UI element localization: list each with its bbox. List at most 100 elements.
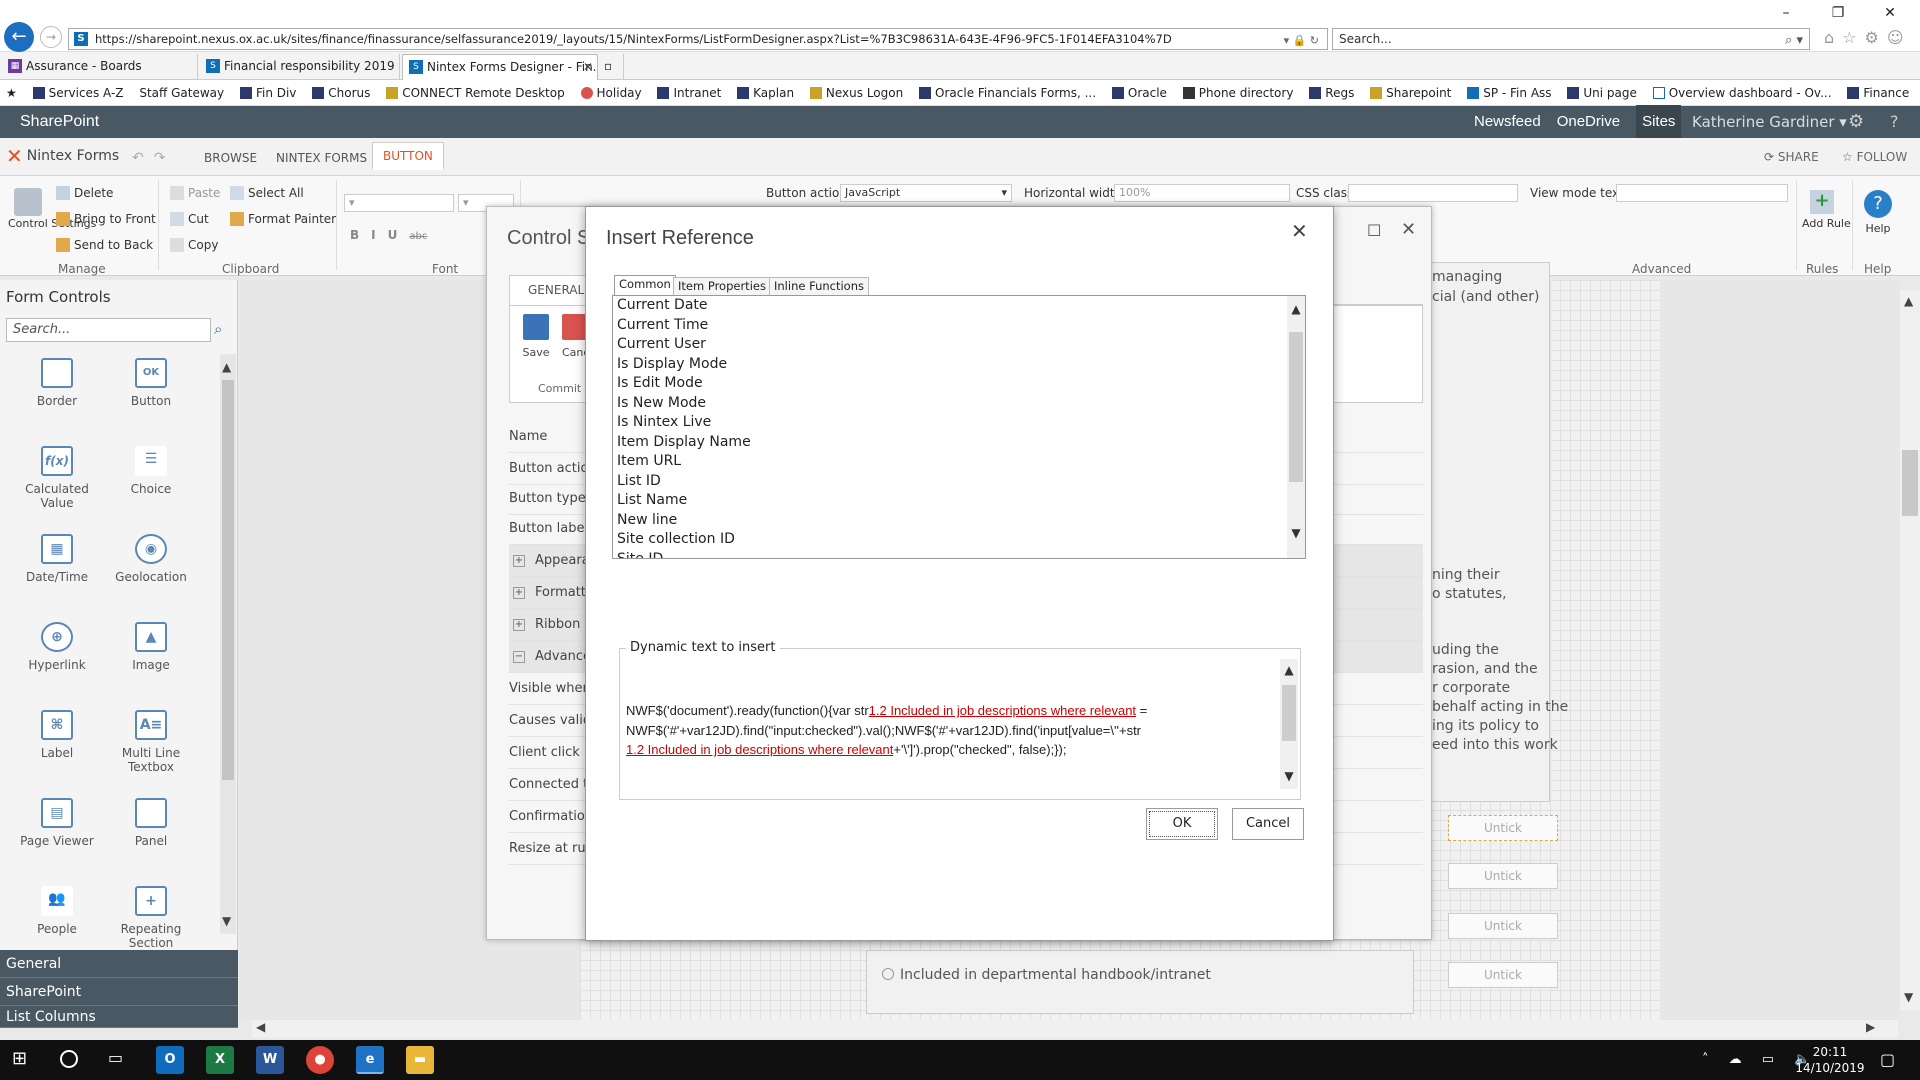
untick-button[interactable]: Untick [1448,913,1558,939]
css-class-input[interactable] [1348,184,1518,202]
reference-token[interactable]: 1.2 Included in job descriptions where r… [869,703,1136,718]
tab-browse[interactable]: BROWSE [204,148,257,168]
control-multi-line-textbox[interactable]: A≡ Multi Line Textbox [106,710,196,774]
list-item[interactable]: Is New Mode [617,394,706,413]
section-list-columns[interactable]: List Columns [0,1006,238,1028]
list-item[interactable]: Current User [617,335,706,354]
tab-common[interactable]: Common [614,275,676,296]
favorite-link[interactable]: Uni page [1567,80,1637,105]
list-item[interactable]: Item Display Name [617,433,751,452]
list-item[interactable]: Is Display Mode [617,355,727,374]
browser-tab[interactable]: ▦ Assurance - Boards [2,54,198,80]
favorites-star-icon[interactable]: ★ [6,80,17,105]
user-menu[interactable]: Katherine Gardiner ▾ [1692,106,1847,138]
sharepoint-brand[interactable]: SharePoint [20,106,99,138]
list-item[interactable]: Is Edit Mode [617,374,703,393]
undo-redo-icons[interactable]: ↶↷ [132,150,175,166]
favorite-link[interactable]: CONNECT Remote Desktop [386,80,565,105]
chevron-right-icon[interactable]: ▶ [1866,1020,1875,1034]
tab-button[interactable]: BUTTON [372,142,444,170]
favorite-link[interactable]: Regs [1309,80,1354,105]
favorite-link[interactable]: Nexus Logon [809,80,903,105]
browser-tab-active[interactable]: S Nintex Forms Designer - Fin... ✕ [402,54,598,80]
chevron-down-icon[interactable]: ▼ [1287,526,1305,540]
newsfeed-link[interactable]: Newsfeed [1474,113,1541,130]
control-button[interactable]: OK Button [106,358,196,408]
view-mode-text-input[interactable] [1616,184,1788,202]
reference-token[interactable]: 1.2 Included in job descriptions where r… [626,742,893,757]
copy-button[interactable]: Copy [170,238,218,252]
favorite-link[interactable]: Staff Gateway [139,80,224,105]
clock[interactable]: 20:11 14/10/2019 [1790,1044,1870,1076]
cut-button[interactable]: Cut [170,212,209,226]
chevron-up-icon[interactable]: ▲ [222,360,231,374]
favorite-link[interactable]: Overview dashboard - Ov... [1652,80,1832,105]
notification-icon[interactable]: ▢ [1880,1050,1895,1069]
chevron-down-icon[interactable]: ▼ [222,914,231,928]
close-icon[interactable]: ✕ [1291,219,1308,243]
untick-button[interactable]: Untick [1448,962,1558,988]
lock-refresh-icon[interactable]: ▾ 🔒 ↻ [1284,31,1319,49]
scroll-thumb[interactable] [1282,685,1296,741]
dynamic-text-input[interactable]: NWF$('document').ready(function(){var st… [626,701,1236,760]
back-button[interactable]: ← [4,22,34,52]
favorite-link[interactable]: SP - Fin Ass [1467,80,1552,105]
button-action-select[interactable]: JavaScript ▾ [840,184,1012,202]
reference-list[interactable]: Current Date Current Time Current User I… [612,295,1306,559]
outlook-icon[interactable]: O [156,1046,184,1074]
canvas-vertical-scrollbar[interactable] [1900,290,1920,1010]
ok-button[interactable]: OK [1146,808,1218,840]
control-label[interactable]: ⌘ Label [12,710,102,760]
word-icon[interactable]: W [256,1046,284,1074]
select-all-button[interactable]: Select All [230,186,304,200]
format-painter-button[interactable]: Format Painter [230,212,336,226]
maximize-icon[interactable]: ☐ [1367,221,1381,240]
address-bar[interactable]: S https://sharepoint.nexus.ox.ac.uk/site… [68,28,1328,50]
follow-button[interactable]: ☆ FOLLOW [1842,150,1907,164]
untick-button[interactable]: Untick [1448,863,1558,889]
tab-inline-functions[interactable]: Inline Functions [769,277,869,295]
scroll-thumb[interactable] [1289,332,1303,482]
untick-button-selected[interactable]: Untick [1448,815,1558,841]
favorite-link[interactable]: Fin Div [239,80,296,105]
font-style-buttons[interactable]: BIUabc [350,228,427,242]
list-item[interactable]: Current Date [617,296,708,315]
favorite-link[interactable]: Intranet [657,80,721,105]
favorite-link[interactable]: Kaplan [737,80,794,105]
canvas-scroll-thumb[interactable] [1902,450,1918,516]
tab-item-properties[interactable]: Item Properties [673,277,771,295]
favorite-link[interactable]: Services A-Z [32,80,124,105]
restore-icon[interactable]: ❐ [1812,0,1864,26]
option-radio[interactable]: Included in departmental handbook/intran… [882,966,1211,985]
chevron-down-icon[interactable]: ▼ [1904,990,1913,1004]
section-sharepoint[interactable]: SharePoint [0,978,238,1006]
gear-icon[interactable]: ⚙ [1848,106,1864,138]
internet-explorer-icon[interactable]: e [356,1046,384,1074]
list-item[interactable]: Site collection ID [617,530,735,549]
search-icon[interactable]: ⌕ ▾ [1785,31,1803,51]
control-repeating-section[interactable]: + Repeating Section [106,886,196,950]
chevron-up-icon[interactable]: ▲ [1904,294,1913,308]
section-general[interactable]: General [0,950,238,978]
save-button[interactable]: Save [520,314,552,359]
list-item[interactable]: Current Time [617,316,708,335]
favorite-link[interactable]: Holiday [580,80,642,105]
paste-button[interactable]: Paste [170,186,220,200]
close-tab-icon[interactable]: ✕ [583,55,593,79]
list-item[interactable]: List Name [617,491,687,510]
chevron-up-icon[interactable]: ▲ [1287,302,1305,316]
new-tab-button[interactable]: ▫ [600,54,624,80]
browser-search-input[interactable]: Search... ⌕ ▾ [1332,28,1810,50]
control-date-time[interactable]: ▦ Date/Time [12,534,102,584]
favorite-link[interactable]: Oracle Financials Forms, ... [919,80,1096,105]
control-choice[interactable]: ☰ Choice [106,446,196,496]
strikethrough-icon[interactable]: abc [409,231,427,242]
favorite-link[interactable]: Phone directory [1182,80,1293,105]
list-item[interactable]: List ID [617,472,661,491]
control-border[interactable]: Border [12,358,102,408]
chrome-icon[interactable]: ● [306,1046,334,1074]
list-item[interactable]: Item URL [617,452,681,471]
add-rule-button[interactable]: + Add Rule [1802,190,1851,230]
browser-tab[interactable]: S Financial responsibility 2019 - ... [200,54,400,80]
delete-button[interactable]: Delete [56,186,113,200]
